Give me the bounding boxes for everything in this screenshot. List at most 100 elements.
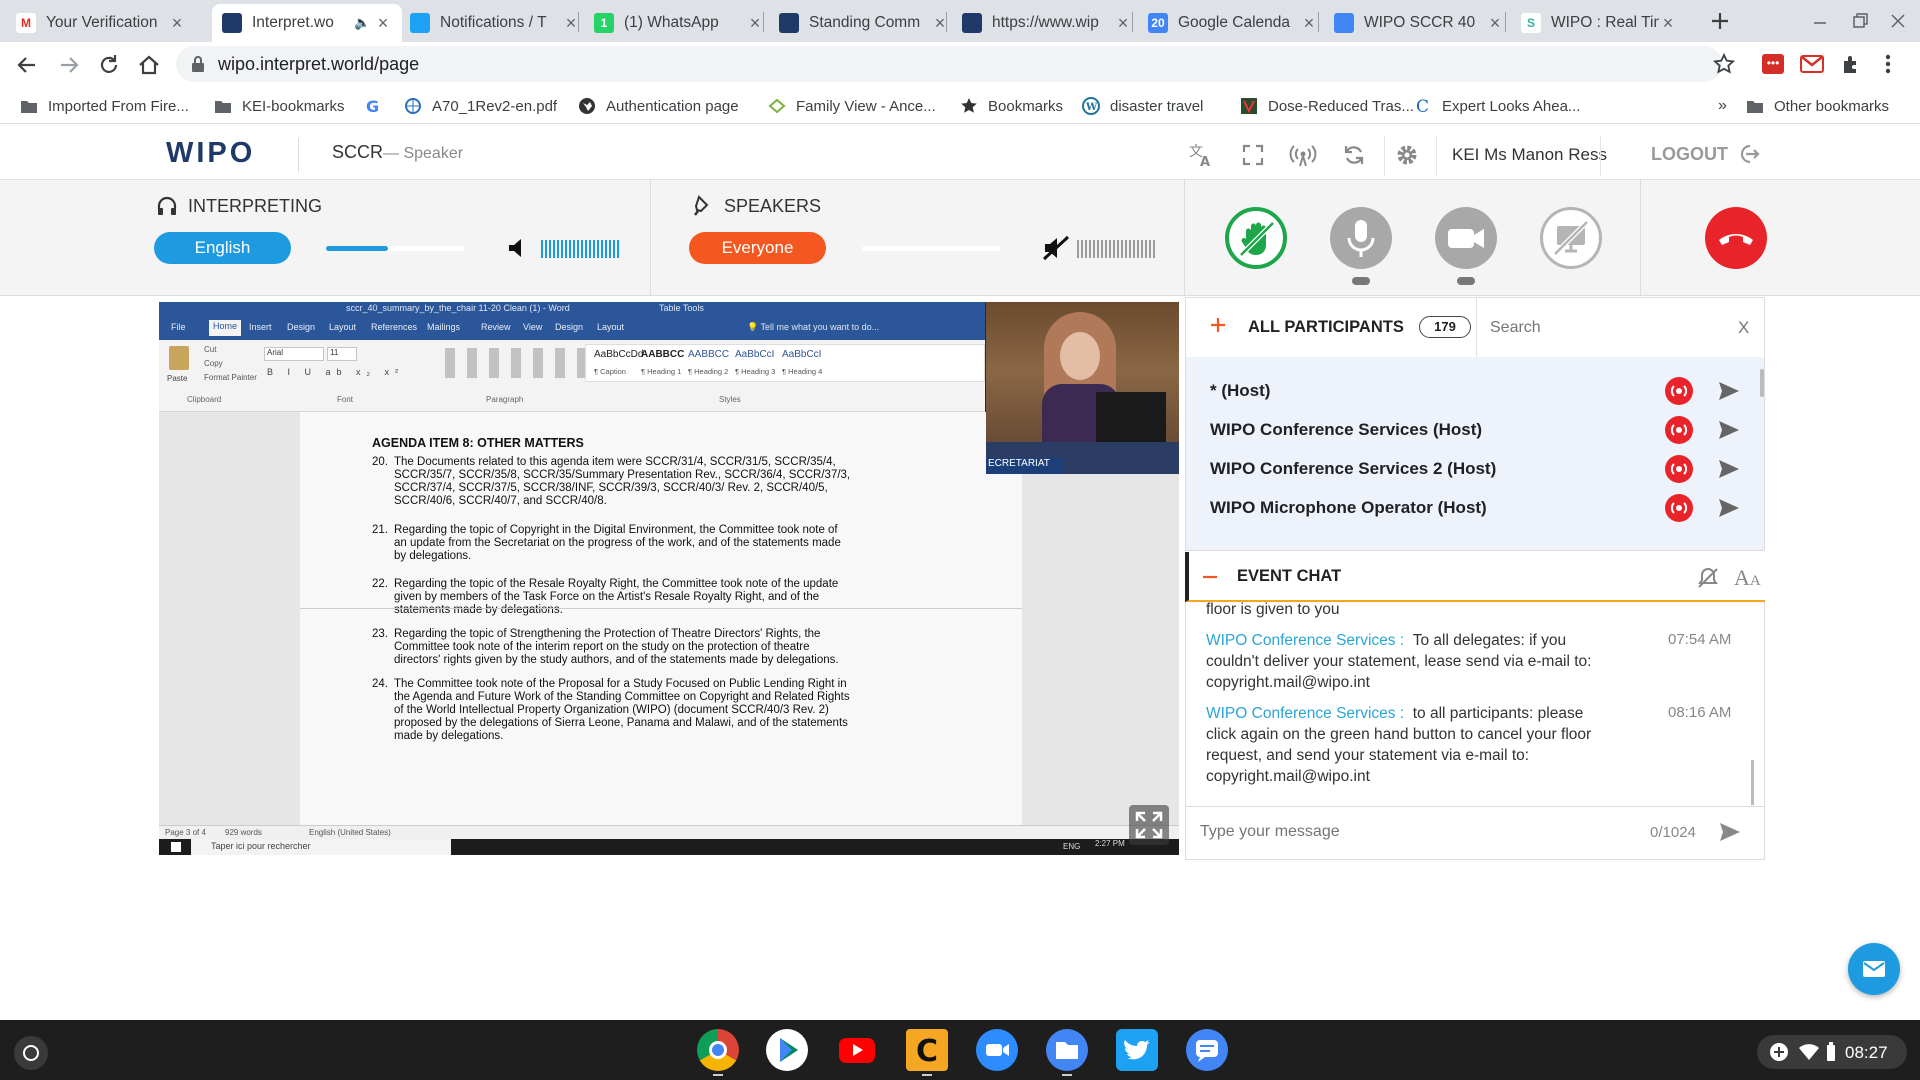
bookmark-item[interactable]: Wdisaster travel	[1082, 94, 1203, 118]
screen-share-button[interactable]	[1540, 207, 1602, 269]
browser-tab[interactable]: Interpret.wo 🔈 ×	[212, 4, 402, 42]
chat-notifications-off-button[interactable]	[1696, 566, 1720, 590]
messages-app-icon[interactable]	[1186, 1029, 1228, 1071]
speakers-volume-meter[interactable]	[1077, 240, 1157, 258]
word-menu-item[interactable]: Insert	[249, 322, 272, 332]
word-styles-gallery[interactable]: AaBbCcDd ¶ Caption AABBCC ¶ Heading 1 AABBCC…	[585, 344, 985, 382]
microphone-button[interactable]	[1330, 207, 1392, 269]
extensions-puzzle-icon[interactable]	[1840, 53, 1862, 75]
participants-search-clear[interactable]: X	[1738, 318, 1749, 338]
browser-tab[interactable]: 20 Google Calenda ×	[1138, 4, 1328, 42]
play-store-app-icon[interactable]	[766, 1029, 808, 1071]
files-app-icon[interactable]	[1046, 1029, 1088, 1071]
browser-tab[interactable]: WIPO SCCR 40 ×	[1324, 4, 1514, 42]
word-format-painter[interactable]: Format Painter	[204, 373, 257, 382]
bookmark-item[interactable]: Authentication page	[578, 94, 739, 118]
close-window-button[interactable]	[1888, 10, 1908, 32]
extension-gmail-icon[interactable]	[1800, 54, 1824, 74]
word-menu-item[interactable]: View	[523, 322, 542, 332]
word-style-sample[interactable]: AABBCC	[641, 349, 684, 360]
word-menu-item[interactable]: Mailings	[427, 322, 460, 332]
browser-tab[interactable]: Standing Comm ×	[769, 4, 959, 42]
word-font-size[interactable]: 11	[327, 347, 357, 361]
word-menu-item[interactable]: Review	[481, 322, 511, 332]
fullscreen-button[interactable]	[1242, 144, 1264, 166]
word-menu-item[interactable]: Design	[555, 322, 583, 332]
hang-up-button[interactable]	[1705, 207, 1767, 269]
word-font-name[interactable]: Arial	[264, 347, 324, 361]
forward-button[interactable]	[56, 52, 82, 78]
interpreting-mute-button[interactable]	[507, 237, 529, 259]
chat-send-button[interactable]	[1718, 820, 1742, 844]
browser-menu-icon[interactable]	[1884, 53, 1892, 75]
participant-row[interactable]: WIPO Microphone Operator (Host)	[1186, 484, 1764, 531]
youtube-app-icon[interactable]	[836, 1029, 878, 1071]
send-message-icon[interactable]	[1717, 496, 1741, 520]
word-style-sample[interactable]: AaBbCcDd	[594, 349, 643, 360]
status-tray[interactable]: 08:27	[1757, 1035, 1907, 1069]
interpreting-slider[interactable]	[326, 246, 464, 251]
raise-hand-button[interactable]	[1225, 207, 1287, 269]
tab-close-icon[interactable]: ×	[374, 13, 392, 34]
word-menu-item[interactable]: Layout	[597, 322, 624, 332]
word-style-sample[interactable]: AaBbCcI	[735, 349, 774, 360]
camera-button[interactable]	[1435, 207, 1497, 269]
tab-close-icon[interactable]: ×	[1486, 13, 1504, 34]
twitter-app-icon[interactable]	[1116, 1029, 1158, 1071]
speakers-slider[interactable]	[862, 246, 1000, 251]
bookmark-item[interactable]: A70_1Rev2-en.pdf	[404, 94, 557, 118]
broadcast-button[interactable]	[1288, 142, 1318, 168]
word-tell-me[interactable]: 💡 Tell me what you want to do...	[747, 322, 879, 333]
more-bookmarks-button[interactable]: »	[1718, 94, 1727, 118]
bookmark-item[interactable]: Imported From Fire...	[20, 94, 189, 118]
word-paste-icon[interactable]	[169, 346, 189, 370]
tab-close-icon[interactable]: ×	[1300, 13, 1318, 34]
c-app-icon[interactable]: C	[906, 1029, 948, 1071]
browser-tab[interactable]: Notifications / T ×	[400, 4, 590, 42]
bookmark-star-button[interactable]	[1712, 52, 1736, 76]
translate-button[interactable]: 文A	[1188, 142, 1214, 168]
word-menu-item[interactable]: File	[171, 322, 186, 332]
word-copy[interactable]: Copy	[204, 359, 223, 368]
reload-button[interactable]	[96, 52, 122, 78]
send-message-icon[interactable]	[1717, 457, 1741, 481]
minimize-button[interactable]	[1810, 10, 1830, 32]
language-select[interactable]: English	[154, 232, 291, 264]
word-cut[interactable]: Cut	[204, 345, 216, 354]
video-fullscreen-button[interactable]	[1129, 805, 1169, 845]
browser-tab[interactable]: M Your Verification ×	[6, 4, 196, 42]
extension-lastpass-icon[interactable]: •••	[1762, 54, 1784, 74]
tab-close-icon[interactable]: ×	[1114, 13, 1132, 34]
other-bookmarks-folder[interactable]: Other bookmarks	[1746, 94, 1889, 118]
word-menu-item[interactable]: Home	[209, 320, 242, 336]
browser-tab[interactable]: 1 (1) WhatsApp ×	[584, 4, 774, 42]
bookmark-item[interactable]: G	[364, 94, 392, 118]
tab-audio-icon[interactable]: 🔈	[354, 15, 374, 31]
refresh-button[interactable]	[1342, 143, 1366, 167]
bookmark-item[interactable]: Family View - Ance...	[768, 94, 936, 118]
browser-tab[interactable]: https://www.wip ×	[952, 4, 1142, 42]
logout-button[interactable]: LOGOUT	[1651, 142, 1760, 166]
word-menu-item[interactable]: References	[371, 322, 417, 332]
back-button[interactable]	[14, 52, 40, 78]
home-button[interactable]	[136, 52, 162, 78]
new-tab-button[interactable]	[1706, 7, 1734, 35]
chrome-app-icon[interactable]	[697, 1029, 739, 1071]
send-message-icon[interactable]	[1717, 379, 1741, 403]
bookmark-item[interactable]: Bookmarks	[960, 94, 1063, 118]
restore-button[interactable]	[1850, 10, 1870, 32]
participants-toggle-icon[interactable]	[1209, 316, 1227, 334]
interpreting-volume-meter[interactable]	[541, 240, 621, 258]
floating-mail-button[interactable]	[1848, 943, 1900, 995]
tab-close-icon[interactable]: ×	[746, 13, 764, 34]
speakers-mute-button[interactable]	[1042, 235, 1070, 261]
participants-scrollbar[interactable]	[1760, 369, 1764, 397]
bookmark-item[interactable]: KEI-bookmarks	[214, 94, 345, 118]
chat-scrollbar[interactable]	[1751, 760, 1754, 805]
speakers-filter-select[interactable]: Everyone	[689, 232, 826, 264]
word-menu-item[interactable]: Layout	[329, 322, 356, 332]
tab-close-icon[interactable]: ×	[1659, 13, 1677, 34]
bookmark-item[interactable]: C Expert Looks Ahea...	[1414, 94, 1580, 118]
launcher-button[interactable]	[14, 1036, 48, 1070]
word-style-sample[interactable]: AABBCC	[688, 349, 729, 360]
